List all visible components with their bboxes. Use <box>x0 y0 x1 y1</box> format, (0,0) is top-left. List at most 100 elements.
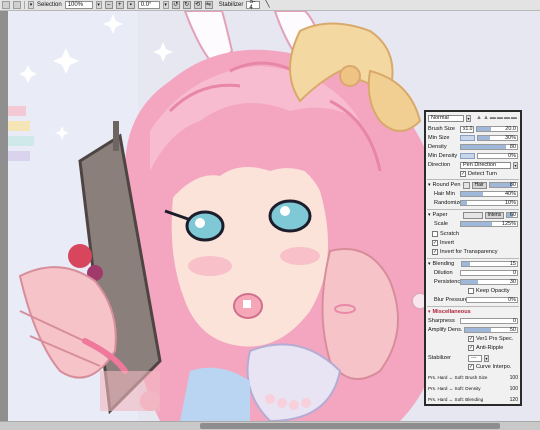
detect-turn-label: Detect Turn <box>468 171 497 177</box>
scale-value: 125% <box>501 221 516 227</box>
brush-size-slider[interactable]: 20.0 <box>476 126 518 132</box>
prs-brush-size-label: Prs. Hard ↔ Soft: Brush Size <box>428 375 488 380</box>
blend-mode-dropdown-icon[interactable]: ▾ <box>466 114 471 122</box>
zoom-out-button[interactable]: – <box>104 1 113 9</box>
amplify-density-row: Amplify Dens. 50 <box>428 326 518 334</box>
panel-stabilizer-select[interactable]: --- <box>468 354 482 362</box>
round-pen-header[interactable]: ▾ Round Pen Hair 80 <box>428 181 518 189</box>
sharpness-row: Sharpness 0 <box>428 317 518 325</box>
scrollbar-thumb[interactable] <box>200 423 500 429</box>
min-density-slider[interactable]: 0% <box>477 153 518 159</box>
pen-slash-icon[interactable]: ╲ <box>265 1 269 9</box>
hair-min-slider[interactable]: 40% <box>460 191 518 197</box>
scale-fill <box>461 222 492 226</box>
stabilizer-label: Stabilizer <box>218 2 244 8</box>
scratch-checkbox[interactable] <box>432 231 438 237</box>
keep-opacity-label: Keep Opacity <box>476 288 510 294</box>
hair-button[interactable]: Hair <box>471 181 487 189</box>
invert-checkbox[interactable]: ✓ <box>432 240 438 246</box>
scratch-label: Scratch <box>440 231 459 237</box>
amplify-density-label: Amplify Dens. <box>428 327 463 333</box>
section-divider <box>427 209 519 210</box>
min-size-value: 30% <box>504 135 516 141</box>
paper-texture-swatch[interactable] <box>462 211 483 219</box>
sharpness-value: 0 <box>512 318 516 324</box>
miscellaneous-header[interactable]: ▾ Miscellaneous <box>428 308 518 316</box>
min-density-value: 0% <box>508 153 516 159</box>
collapse-triangle-icon[interactable]: ▾ <box>428 260 431 268</box>
min-size-pressure-icon[interactable] <box>460 135 475 141</box>
horizontal-scrollbar[interactable] <box>0 421 540 430</box>
rotate-left-icon[interactable]: ↺ <box>171 1 180 9</box>
anti-ripple-checkbox[interactable]: ✓ <box>468 345 474 351</box>
zoom-select[interactable]: 100% <box>64 1 93 9</box>
zoom-dropdown-icon[interactable]: ▾ <box>95 1 102 9</box>
zoom-reset-button[interactable]: ▪ <box>126 1 135 9</box>
rotate-right-icon[interactable]: ↻ <box>182 1 191 9</box>
amplify-density-fill <box>465 328 491 332</box>
panel-stabilizer-dropdown-icon[interactable]: ▾ <box>484 354 489 362</box>
layer-options-icon[interactable] <box>13 1 21 9</box>
curve-interp-label: Curve Interpo. <box>476 364 512 370</box>
top-toolbar: ▾ Selection 100% ▾ – + ▪ 0.0° ▾ ↺ ↻ ⟲ ⇋ … <box>0 0 540 11</box>
anti-ripple-label: Anti-Ripple <box>476 345 504 351</box>
blur-pressure-slider[interactable]: 0% <box>466 297 518 303</box>
zoom-in-button[interactable]: + <box>115 1 124 9</box>
scale-label: Scale <box>434 221 448 227</box>
min-density-pressure-icon[interactable] <box>460 153 475 159</box>
amplify-density-value: 50 <box>509 327 516 333</box>
intens-button[interactable]: Intens <box>484 211 505 219</box>
paper-header[interactable]: ▾ Paper Intens 60 <box>428 211 518 219</box>
detect-turn-row: ✓ Detect Turn <box>428 170 518 178</box>
ver1-spec-label: Ver1 Prs Spec. <box>476 336 514 342</box>
brush-shape-icons[interactable]: ▲▲▬▬▬▬ <box>476 114 518 122</box>
density-slider[interactable]: 80 <box>460 144 518 150</box>
scratch-row: Scratch <box>428 230 518 238</box>
blending-fill <box>461 262 470 266</box>
brush-size-multiplier[interactable]: x1.0 <box>460 125 474 133</box>
rotation-select[interactable]: 0.0° <box>137 1 160 9</box>
hair-amount-slider[interactable]: 80 <box>488 182 518 188</box>
paper-intensity-slider[interactable]: 60 <box>506 212 518 218</box>
persistence-slider[interactable]: 30 <box>460 279 518 285</box>
blending-slider[interactable]: 15 <box>460 261 518 267</box>
dilution-slider[interactable]: 0 <box>460 270 518 276</box>
randomize-slider[interactable]: 10% <box>460 200 518 206</box>
brush-size-row: Brush Size x1.0 20.0 <box>428 125 518 133</box>
dilution-row: Dilution 0 <box>428 269 518 277</box>
sharpness-slider[interactable]: 0 <box>460 318 518 324</box>
keep-opacity-checkbox[interactable] <box>468 288 474 294</box>
curve-interp-checkbox[interactable]: ✓ <box>468 364 474 370</box>
collapse-triangle-icon[interactable]: ▾ <box>428 308 431 316</box>
toolbar-divider <box>24 1 25 9</box>
panel-stabilizer-label: Stabilizer <box>428 355 452 361</box>
stabilizer-select[interactable]: S-4 <box>246 0 261 11</box>
blend-mode-select[interactable]: Normal <box>428 114 464 122</box>
invert-transparency-checkbox[interactable]: ✓ <box>432 249 438 255</box>
rotate-reset-icon[interactable]: ⟲ <box>193 1 202 9</box>
randomize-fill <box>461 201 467 205</box>
ver1-spec-checkbox[interactable]: ✓ <box>468 336 474 342</box>
direction-select[interactable]: Pen Direction <box>460 161 511 169</box>
detect-turn-checkbox[interactable]: ✓ <box>460 171 466 177</box>
prs-density-label: Prs. Hard ↔ Soft: Density <box>428 386 481 391</box>
persistence-value: 30 <box>509 279 516 285</box>
flip-horizontal-button[interactable]: ⇋ <box>204 1 213 9</box>
scale-slider[interactable]: 125% <box>460 221 518 227</box>
new-layer-icon[interactable] <box>2 1 10 9</box>
collapse-triangle-icon[interactable]: ▾ <box>428 181 431 189</box>
rotation-dropdown-icon[interactable]: ▾ <box>162 1 169 9</box>
direction-row: Direction Pen Direction ▾ <box>428 161 518 169</box>
prs-blending-value[interactable]: 120 <box>510 396 518 404</box>
density-value: 80 <box>509 144 516 150</box>
collapse-triangle-icon[interactable]: ▾ <box>428 211 431 219</box>
blur-pressure-label: Blur Pressure <box>434 297 468 303</box>
round-pen-preview-icon[interactable] <box>462 181 470 189</box>
direction-dropdown-icon[interactable]: ▾ <box>513 161 518 169</box>
prs-density-value[interactable]: 100 <box>510 385 518 393</box>
randomize-label: Randomize <box>434 200 463 206</box>
amplify-density-slider[interactable]: 50 <box>464 327 518 333</box>
prs-brush-size-value[interactable]: 100 <box>510 374 518 382</box>
selection-dropdown-icon[interactable]: ▾ <box>28 1 34 9</box>
min-size-slider[interactable]: 30% <box>477 135 518 141</box>
